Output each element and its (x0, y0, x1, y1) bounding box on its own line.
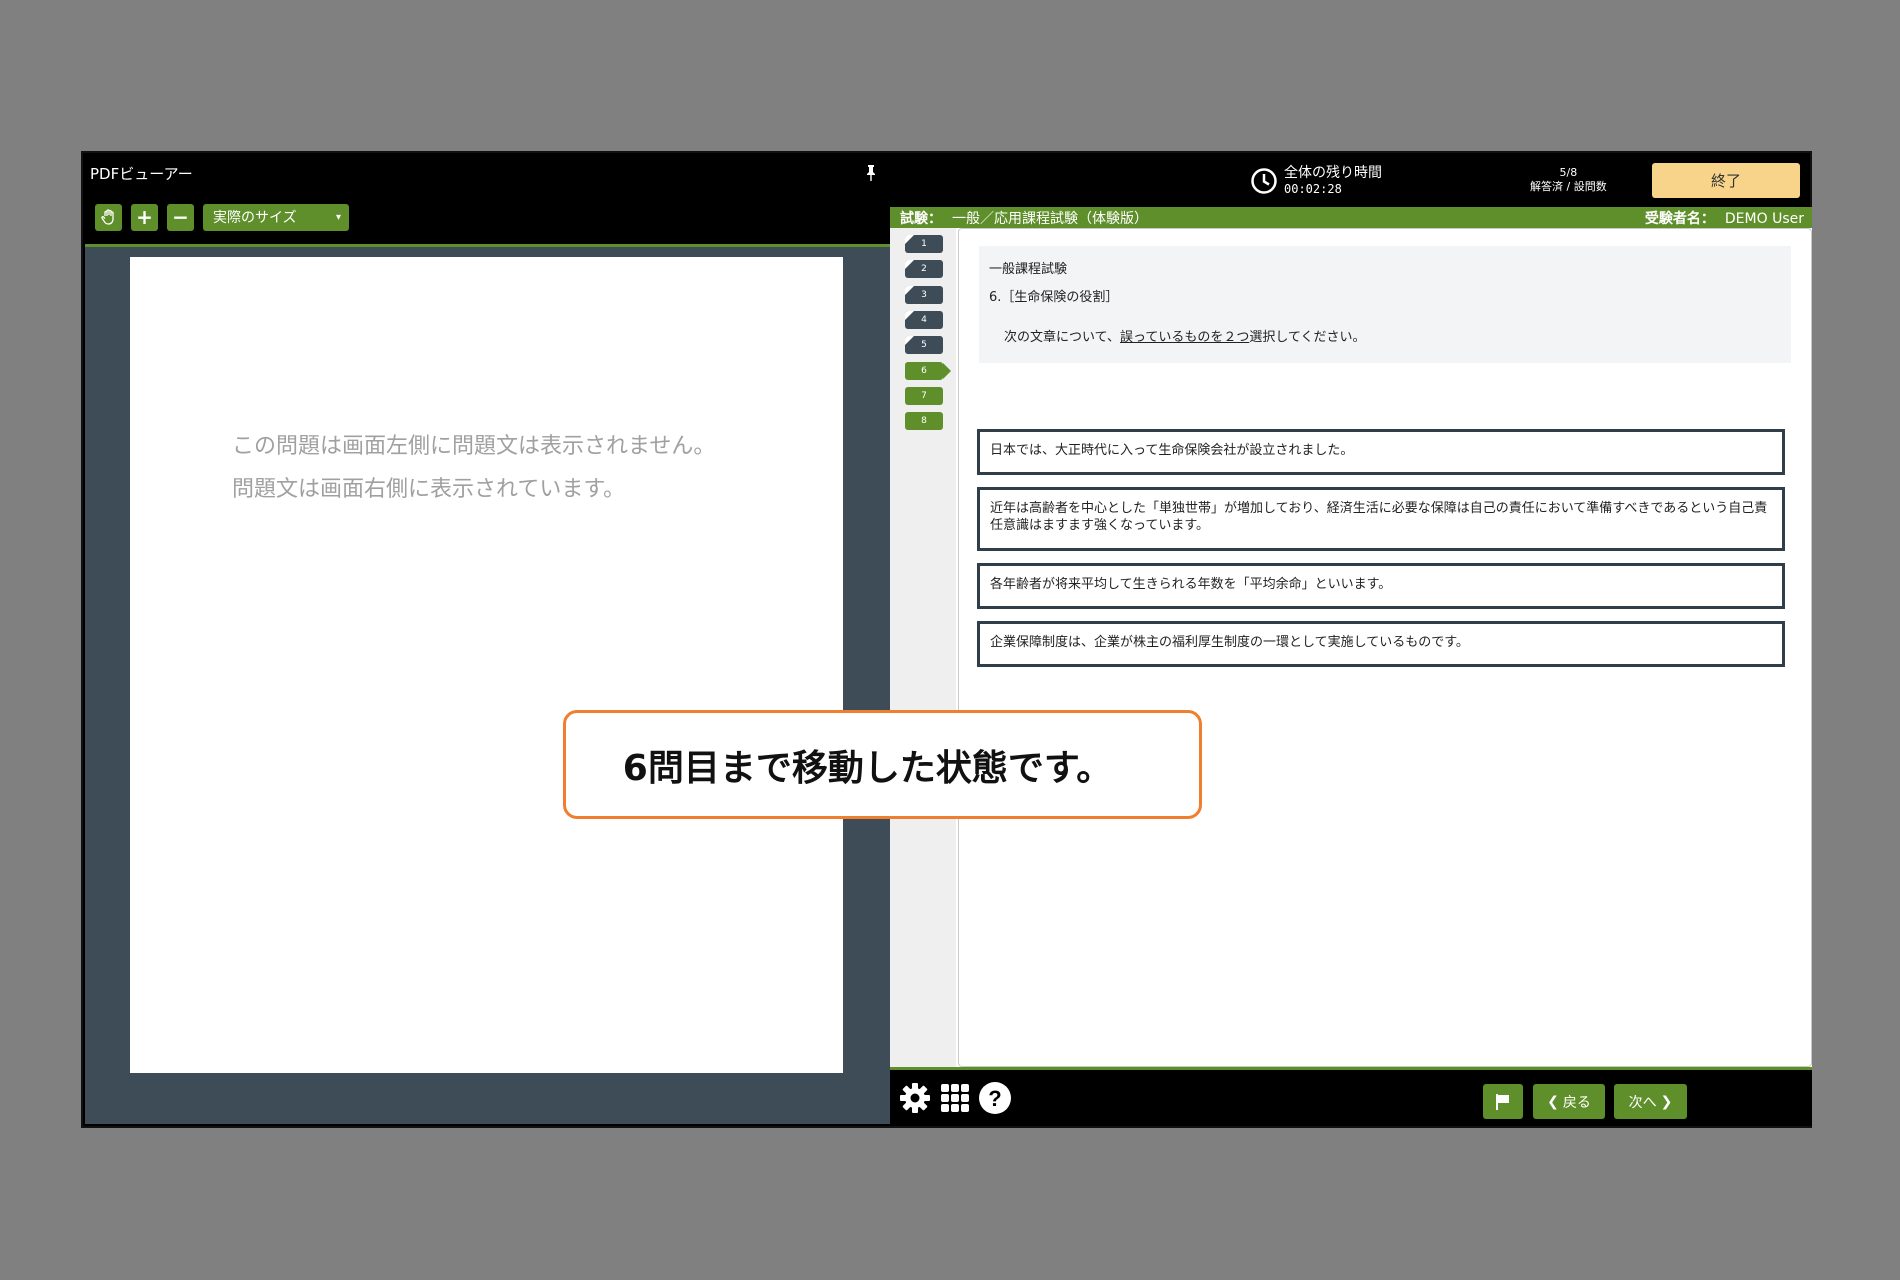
pdf-message-line1: この問題は画面左側に問題文は表示されません。 (232, 434, 716, 459)
user-label: 受験者名： (1644, 211, 1715, 227)
instruction-post: 選択してください。 (1249, 330, 1366, 345)
chevron-right-icon: ❯ (1660, 1093, 1673, 1110)
question-nav-button-2[interactable]: 2 (905, 260, 943, 278)
flag-icon (1496, 1093, 1509, 1110)
exam-info-bar: 試験： 一般／応用課程試験（体験版） 受験者名： DEMO User (890, 207, 1812, 228)
exam-app-window: PDFビューアー + − 実際のサイズ ▾ この問題は画面左側に問題文は表示され (81, 151, 1812, 1128)
help-icon[interactable]: ? (978, 1081, 1012, 1119)
answer-choice-4[interactable]: 企業保障制度は、企業が株主の福利厚生制度の一環として実施しているものです。 (977, 621, 1785, 667)
exam-name: 一般／応用課程試験（体験版） (952, 211, 1148, 227)
minus-icon: − (172, 205, 189, 229)
answer-choice-1[interactable]: 日本では、大正時代に入って生命保険会社が設立されました。 (977, 429, 1785, 475)
answer-progress: 5/8 解答済 / 設問数 (1530, 166, 1607, 194)
pdf-document-area[interactable]: この問題は画面左側に問題文は表示されません。 問題文は画面右側に表示されています… (85, 247, 890, 1124)
end-exam-button[interactable]: 終了 (1652, 163, 1800, 198)
clock-icon (1251, 168, 1277, 194)
instruction-callout: 6問目まで移動した状態です。 (563, 710, 1202, 819)
pdf-page: この問題は画面左側に問題文は表示されません。 問題文は画面右側に表示されています… (130, 257, 843, 1073)
zoom-size-select[interactable]: 実際のサイズ ▾ (203, 203, 349, 231)
chevron-left-icon: ❮ (1547, 1093, 1559, 1110)
question-title: 6.［生命保険の役割］ (989, 290, 1119, 305)
instruction-pre: 次の文章について、 (1004, 330, 1120, 345)
question-nav-button-7[interactable]: 7 (905, 387, 943, 405)
pdf-page-message: この問題は画面左側に問題文は表示されません。 問題文は画面右側に表示されています… (232, 425, 715, 511)
hand-tool-button[interactable] (95, 203, 122, 231)
question-nav-button-6[interactable]: 6 (905, 362, 951, 380)
pdf-viewer-pane: PDFビューアー + − 実際のサイズ ▾ この問題は画面左側に問題文は表示され (83, 153, 890, 1126)
flag-button[interactable] (1483, 1084, 1523, 1119)
question-nav-button-1[interactable]: 1 (905, 235, 943, 253)
remaining-time: 全体の残り時間 00:02:28 (1250, 165, 1382, 197)
zoom-in-button[interactable]: + (131, 203, 158, 231)
timer-label: 全体の残り時間 (1284, 165, 1382, 181)
pdf-viewer-title: PDFビューアー (90, 165, 193, 183)
answer-choice-2[interactable]: 近年は高齢者を中心とした「単独世帯」が増加しており、経済生活に必要な保障は自己の… (977, 487, 1785, 551)
question-header: 一般課程試験 6.［生命保険の役割］ 次の文章について、誤っているものを２つ選択… (979, 246, 1791, 363)
user-name: DEMO User (1724, 211, 1804, 227)
answer-choice-3[interactable]: 各年齢者が将来平均して生きられる年数を「平均余命」といいます。 (977, 563, 1785, 609)
question-nav-button-4[interactable]: 4 (905, 311, 943, 329)
exam-label: 試験： (900, 211, 942, 227)
next-button[interactable]: 次へ ❯ (1614, 1084, 1687, 1119)
back-button-label: 戻る (1562, 1094, 1591, 1111)
chevron-down-icon: ▾ (335, 211, 341, 223)
question-nav-button-8[interactable]: 8 (905, 412, 943, 430)
timer-value: 00:02:28 (1284, 182, 1342, 196)
footer-tools: ? (898, 1081, 1012, 1119)
pin-icon[interactable] (861, 163, 881, 183)
pdf-message-line2: 問題文は画面右側に表示されています。 (232, 477, 626, 502)
instruction-underlined: 誤っているものを２つ (1119, 330, 1250, 345)
question-nav-button-5[interactable]: 5 (905, 336, 943, 354)
question-panel: 一般課程試験 6.［生命保険の役割］ 次の文章について、誤っているものを２つ選択… (958, 228, 1812, 1067)
progress-count: 5/8 (1559, 166, 1578, 179)
zoom-out-button[interactable]: − (167, 203, 194, 231)
exam-pane: 全体の残り時間 00:02:28 5/8 解答済 / 設問数 終了 試験： 一般／… (890, 153, 1812, 1126)
exam-content: 1 2 3 4 5 6 7 8 一般課程試験 6.［生命保険の役割］ 次の文章に… (890, 228, 1812, 1067)
question-category: 一般課程試験 (989, 262, 1068, 277)
gear-icon[interactable] (898, 1081, 932, 1119)
plus-icon: + (136, 205, 153, 229)
hand-icon (100, 209, 114, 225)
question-instruction: 次の文章について、誤っているものを２つ選択してください。 (1004, 326, 1366, 345)
progress-label: 解答済 / 設問数 (1530, 180, 1607, 193)
grid-menu-icon[interactable] (940, 1083, 970, 1117)
pdf-toolbar: + − 実際のサイズ ▾ (95, 203, 349, 231)
zoom-size-value: 実際のサイズ (213, 210, 297, 226)
back-button[interactable]: ❮ 戻る (1533, 1084, 1605, 1119)
footer-bar: ? ❮ 戻る 次へ ❯ (890, 1070, 1812, 1126)
question-nav: 1 2 3 4 5 6 7 8 (890, 228, 956, 1067)
svg-text:?: ? (988, 1086, 1001, 1111)
question-nav-button-3[interactable]: 3 (905, 286, 943, 304)
next-button-label: 次へ (1628, 1094, 1657, 1111)
